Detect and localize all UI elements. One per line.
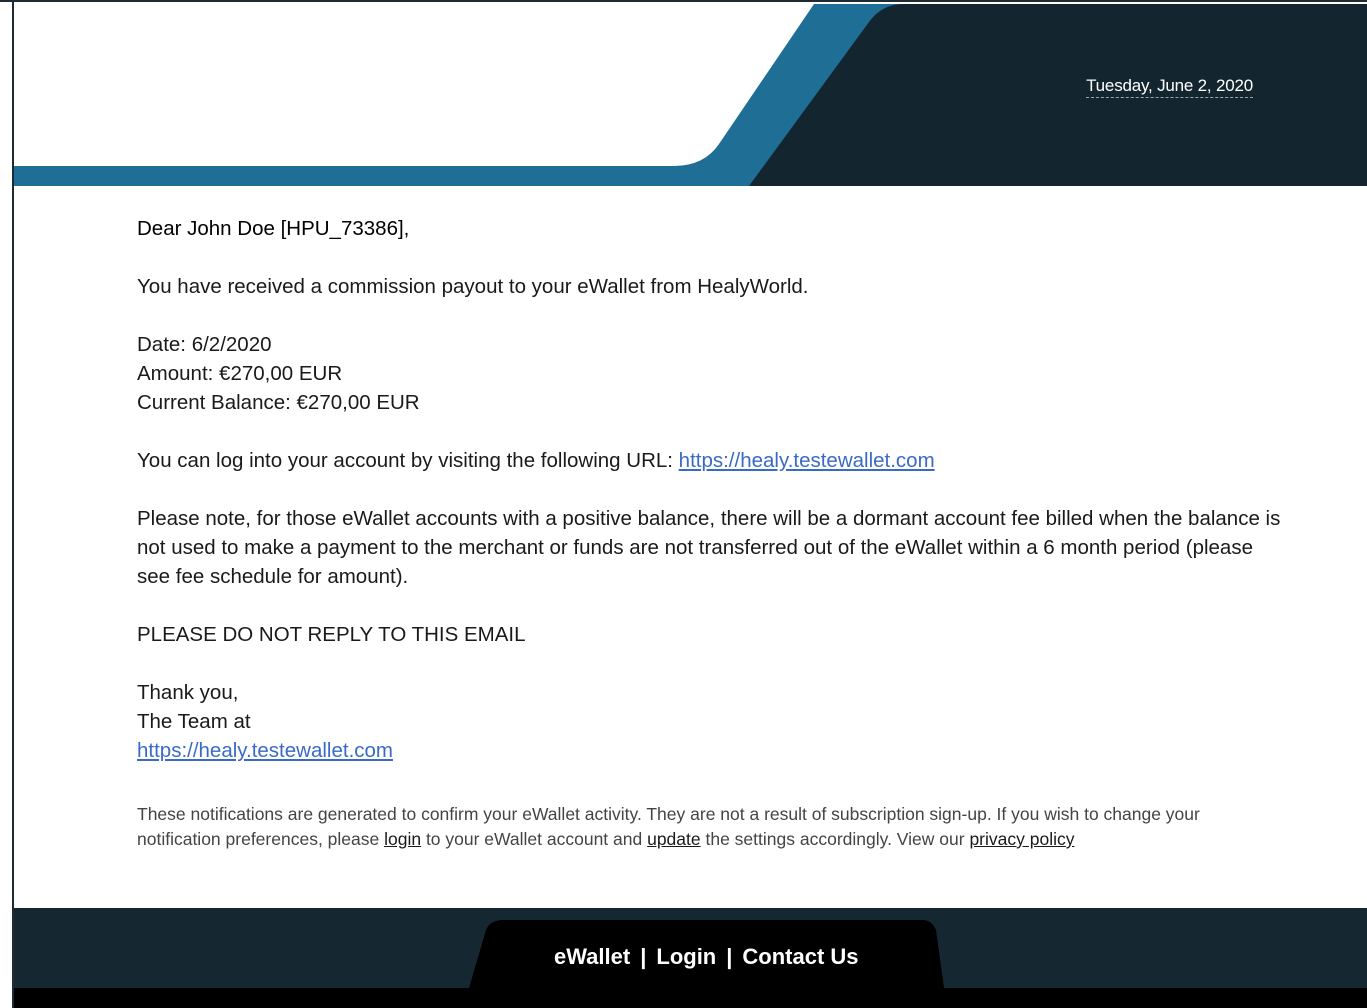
notification-disclaimer: These notifications are generated to con… (137, 802, 1287, 852)
top-border (0, 0, 1367, 2)
footer-separator: | (640, 944, 647, 969)
payout-amount: Amount: €270,00 EUR (137, 362, 343, 385)
dormant-fee-note: Please note, for those eWallet accounts … (137, 507, 1281, 588)
email-page: Tuesday, June 2, 2020 Dear John Doe [HPU… (0, 0, 1367, 1008)
login-instructions-text: You can log into your account by visitin… (137, 449, 679, 472)
ewallet-url-link[interactable]: https://healy.testewallet.com (679, 449, 935, 472)
disclaimer-text-3: the settings accordingly. View our (700, 829, 970, 849)
footer-separator: | (726, 944, 733, 969)
no-reply-notice: PLEASE DO NOT REPLY TO THIS EMAIL (137, 623, 526, 646)
login-instructions: You can log into your account by visitin… (137, 446, 1287, 475)
payout-date: Date: 6/2/2020 (137, 333, 272, 356)
privacy-policy-link[interactable]: privacy policy (969, 829, 1074, 849)
current-balance: Current Balance: €270,00 EUR (137, 391, 420, 414)
email-body: Dear John Doe [HPU_73386], You have rece… (137, 214, 1287, 765)
team-text: The Team at (137, 710, 251, 733)
team-url-link[interactable]: https://healy.testewallet.com (137, 739, 393, 762)
disclaimer-login-link[interactable]: login (384, 829, 421, 849)
disclaimer-text-2: to your eWallet account and (421, 829, 648, 849)
left-border (0, 0, 14, 1008)
thanks-text: Thank you, (137, 681, 239, 704)
footer-nav: eWallet | Login | Contact Us (554, 944, 859, 970)
email-header-banner: Tuesday, June 2, 2020 (14, 2, 1367, 186)
greeting: Dear John Doe [HPU_73386], (137, 217, 410, 240)
footer-ewallet-link[interactable]: eWallet (554, 944, 630, 969)
disclaimer-update-link[interactable]: update (647, 829, 701, 849)
intro-text: You have received a commission payout to… (137, 275, 809, 298)
footer-contact-link[interactable]: Contact Us (742, 944, 858, 969)
header-date: Tuesday, June 2, 2020 (1086, 76, 1253, 98)
email-footer: eWallet | Login | Contact Us (14, 908, 1367, 1008)
footer-login-link[interactable]: Login (656, 944, 716, 969)
